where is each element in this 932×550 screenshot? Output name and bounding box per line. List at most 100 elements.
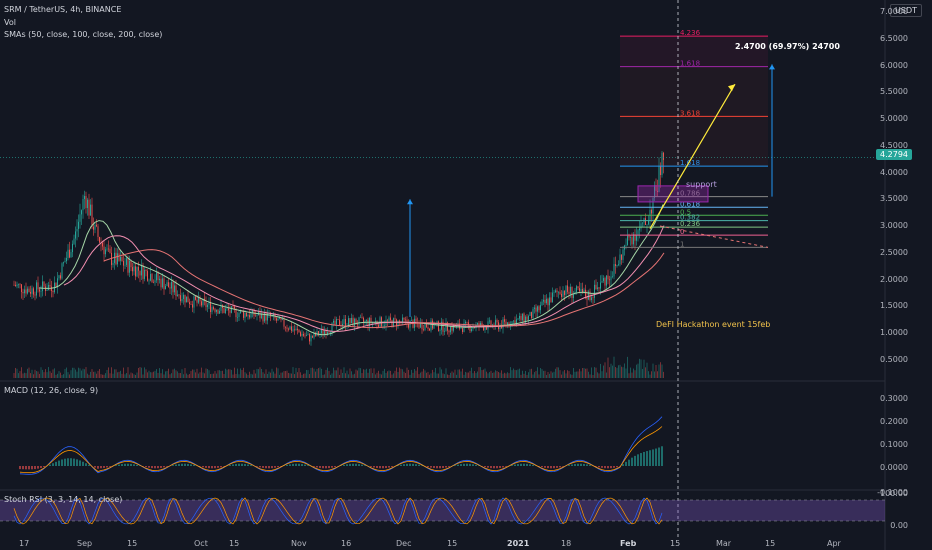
price-tick: 3.0000 [880, 221, 908, 230]
candle-body [504, 319, 505, 322]
sma-legend[interactable]: SMAs (50, close, 100, close, 200, close) [4, 30, 162, 39]
time-tick: 18 [561, 539, 572, 548]
macd-histogram-bar [67, 458, 69, 466]
volume-bar [634, 370, 636, 378]
macd-histogram-bar [574, 463, 576, 466]
candle-body [108, 248, 109, 250]
volume-bar [469, 370, 471, 378]
candle-body [139, 270, 141, 276]
volume-bar [93, 371, 94, 378]
candle-body [301, 333, 303, 336]
volume-bar [300, 372, 301, 378]
volume-bar [598, 373, 600, 378]
candle-body [129, 260, 130, 273]
volume-bar [367, 372, 369, 378]
volume-bar [495, 370, 496, 378]
candle-body [186, 296, 187, 303]
measure-arrowhead-2 [407, 199, 413, 205]
macd-histogram-bar [427, 466, 429, 467]
macd-histogram-bar [64, 458, 66, 466]
candle-body [126, 258, 127, 265]
volume-bar [477, 371, 478, 378]
volume-bar [538, 374, 540, 378]
volume-bar [516, 370, 517, 378]
macd-histogram-bar [241, 463, 243, 466]
macd-histogram-bar [526, 463, 528, 466]
volume-bar [649, 374, 651, 378]
volume-bar [651, 371, 652, 378]
volume-bar [621, 366, 622, 378]
fib-label: 1 [680, 240, 684, 248]
candle-body [444, 331, 445, 333]
candle-body [250, 312, 252, 318]
macd-histogram-bar [499, 466, 501, 468]
macd-histogram-bar [610, 466, 612, 469]
volume-bar [492, 372, 493, 378]
volume-bar [273, 371, 274, 378]
macd-histogram-bar [154, 466, 156, 469]
candle-body [411, 320, 412, 322]
macd-histogram-bar [274, 466, 276, 468]
volume-bar [486, 371, 487, 378]
volume-bar [198, 373, 199, 378]
macd-histogram-bar [346, 464, 348, 466]
volume-bar [229, 369, 231, 378]
volume-bar [390, 370, 391, 378]
macd-histogram-bar [85, 463, 87, 466]
candle-body [118, 253, 120, 261]
macd-legend[interactable]: MACD (12, 26, close, 9) [4, 386, 98, 395]
volume-bar [111, 367, 112, 378]
volume-bar [354, 373, 355, 378]
candle-body [106, 248, 108, 250]
volume-bar [475, 373, 477, 378]
candle-body [339, 319, 340, 326]
candle-body [451, 326, 453, 331]
macd-histogram-bar [649, 450, 651, 466]
candle-body [183, 294, 184, 300]
volume-bar [370, 368, 372, 378]
volume-bar [637, 363, 639, 378]
volume-bar [517, 369, 519, 378]
macd-histogram-bar [403, 464, 405, 466]
volume-legend[interactable]: Vol [4, 18, 16, 27]
macd-histogram-bar [79, 460, 81, 466]
volume-bar [570, 374, 571, 378]
volume-bar [40, 367, 42, 378]
macd-histogram-bar [181, 463, 183, 466]
candle-body [601, 280, 603, 283]
price-tick: 7.0000 [880, 7, 908, 16]
macd-histogram-bar [484, 466, 486, 468]
volume-bar [558, 367, 559, 378]
volume-bar [267, 373, 268, 378]
candle-body [58, 275, 60, 279]
volume-bar [463, 374, 465, 378]
volume-bar [448, 374, 450, 378]
volume-bar [208, 370, 210, 378]
volume-bar [382, 370, 384, 378]
volume-bar [253, 369, 255, 378]
symbol-title: SRM / TetherUS, 4h, BINANCE [4, 5, 122, 14]
stoch-rsi-legend[interactable]: Stoch RSI (3, 3, 14, 14, close) [4, 495, 122, 504]
volume-bar [316, 368, 318, 378]
volume-bar [330, 374, 331, 378]
price-tick: 5.0000 [880, 114, 908, 123]
volume-bar [244, 372, 246, 378]
macd-histogram-bar [166, 466, 168, 467]
volume-bar [648, 371, 649, 378]
volume-bar [220, 370, 222, 378]
volume-bar [504, 372, 505, 378]
volume-bar [207, 368, 208, 378]
macd-histogram-bar [58, 460, 60, 466]
price-tick: 0.5000 [880, 354, 908, 364]
volume-bar [490, 370, 492, 378]
volume-bar [139, 367, 141, 378]
candle-body [651, 209, 652, 214]
volume-bar [438, 373, 439, 378]
candle-body [162, 278, 163, 288]
candle-body [82, 199, 84, 211]
volume-bar [561, 374, 562, 378]
volume-bar [114, 369, 115, 378]
volume-bar [550, 371, 552, 378]
chart-canvas[interactable]: 4.2361.6183.6181.6180.7860.6180.50.3820.… [0, 0, 932, 550]
volume-bar [94, 371, 96, 378]
